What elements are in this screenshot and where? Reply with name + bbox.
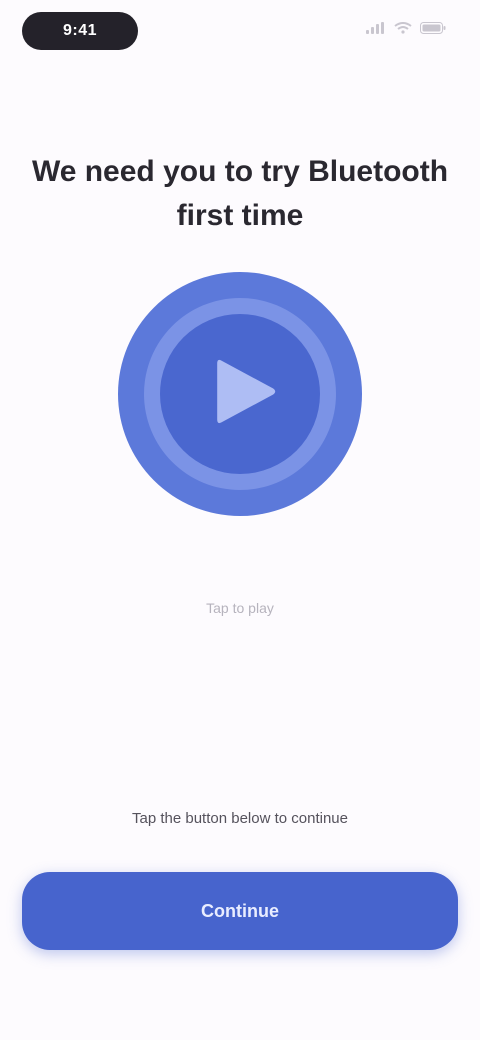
page-title: We need you to try Bluetooth first time (31, 155, 449, 232)
screen: 9:41 We need you to try Bluetooth first … (0, 0, 480, 1040)
status-time: 9:41 (22, 12, 138, 50)
signal-icon (366, 22, 386, 34)
play-button[interactable] (160, 314, 320, 474)
play-icon (215, 357, 277, 432)
continue-button[interactable]: Continue (22, 872, 458, 950)
battery-icon (420, 22, 446, 34)
play-hint: Tap to play (206, 600, 274, 616)
status-bar: 9:41 (0, 0, 480, 64)
status-icons (366, 22, 446, 34)
play-button-container (118, 272, 362, 516)
footer-note: Tap the button below to continue (132, 810, 348, 827)
wifi-icon (394, 22, 412, 34)
